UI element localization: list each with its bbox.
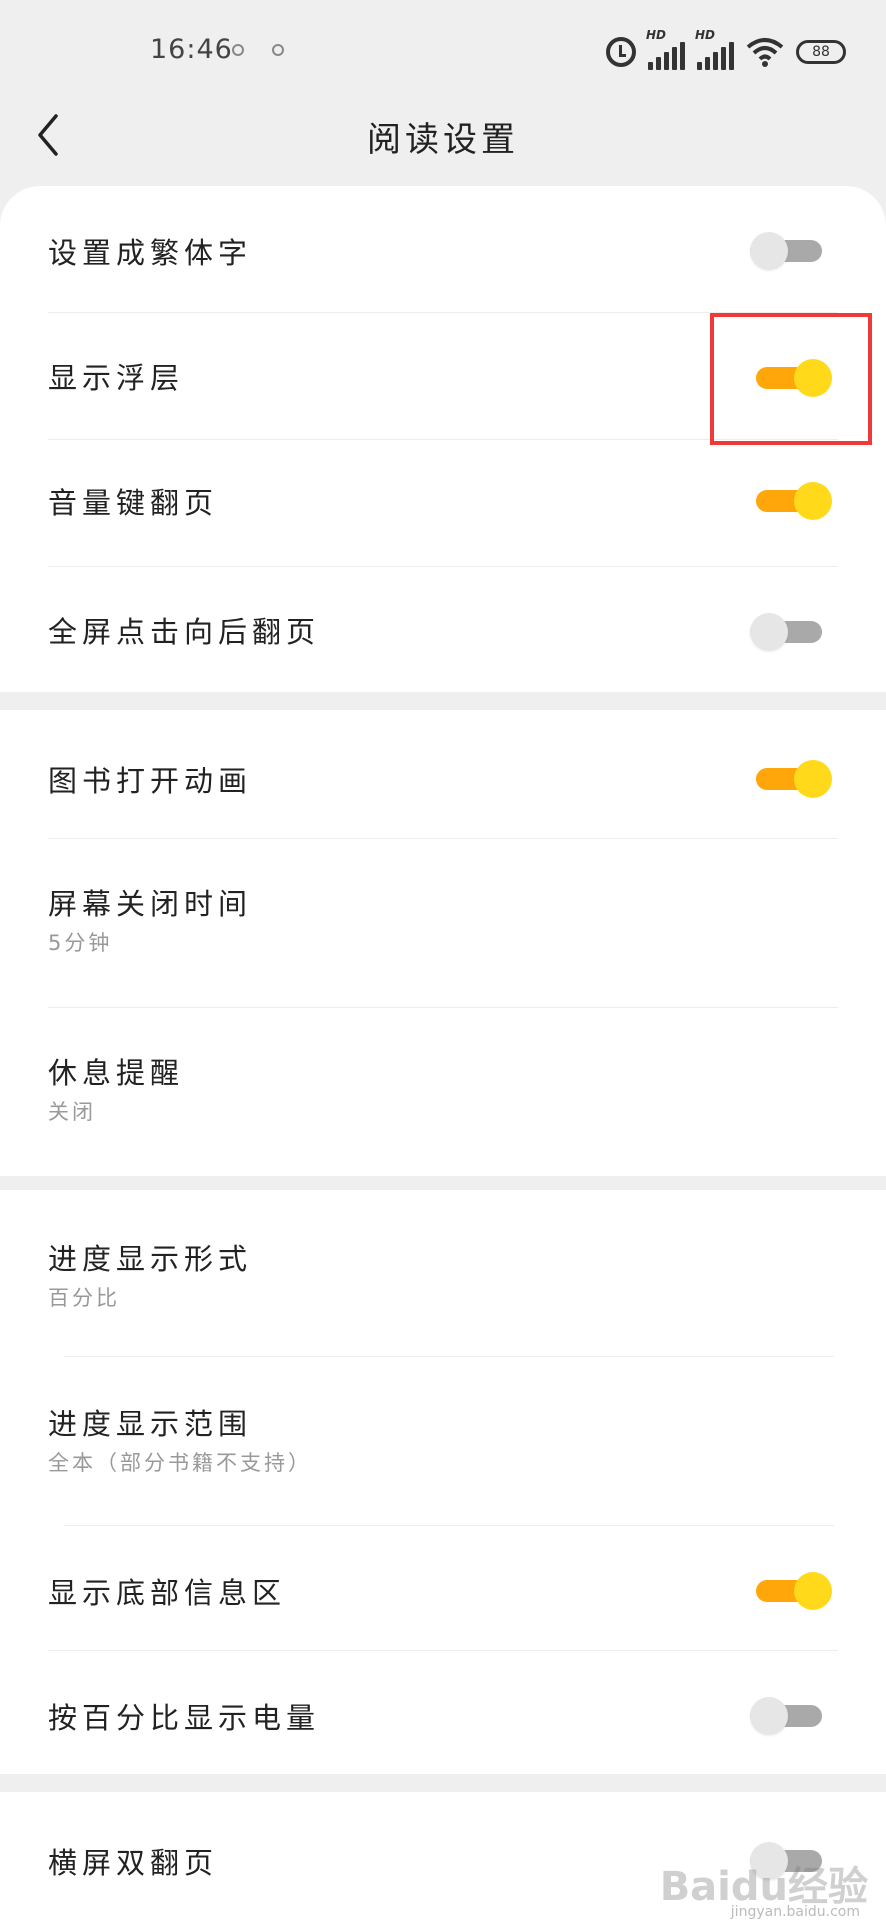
setting-row-screen-off-time[interactable]: 屏幕关闭时间 5分钟 [0,839,886,1007]
network-label: HD [646,28,667,42]
watermark-url: jingyan.baidu.com [730,1904,860,1920]
setting-value: 全本（部分书籍不支持） [48,1451,312,1475]
header: 阅读设置 [0,100,886,190]
setting-value: 百分比 [48,1286,120,1310]
toggle-switch-on[interactable] [756,756,834,800]
notification-icon [272,44,284,56]
setting-title: 显示底部信息区 [48,1576,287,1610]
wifi-icon [746,37,784,67]
setting-title: 横屏双翻页 [48,1846,219,1880]
toggle-switch-on[interactable] [756,478,834,522]
setting-title: 设置成繁体字 [48,236,253,270]
highlight-box [710,313,872,445]
setting-value: 关闭 [48,1100,96,1124]
signal-icon: HD [646,28,685,70]
status-bar: 16:46 HD HD 88 [0,0,886,100]
setting-title: 全屏点击向后翻页 [48,615,321,649]
status-icons: HD HD 88 [606,28,846,72]
settings-section-2: 图书打开动画 屏幕关闭时间 5分钟 休息提醒 关闭 [0,710,886,1176]
setting-row-fullscreen-tap[interactable]: 全屏点击向后翻页 [0,567,886,692]
network-label: HD [695,28,716,42]
setting-title: 进度显示形式 [48,1242,253,1276]
setting-title: 图书打开动画 [48,764,253,798]
page-title: 阅读设置 [367,120,519,160]
setting-row-book-open-animation[interactable]: 图书打开动画 [0,710,886,838]
settings-section-3: 进度显示形式 百分比 进度显示范围 全本（部分书籍不支持） 显示底部信息区 按百… [0,1190,886,1774]
setting-title: 屏幕关闭时间 [48,887,253,921]
setting-title: 显示浮层 [48,361,185,395]
signal-icon: HD [695,28,734,70]
setting-row-bottom-info[interactable]: 显示底部信息区 [0,1526,886,1650]
notification-icon [232,44,244,56]
status-time: 16:46 [150,34,233,65]
setting-title: 音量键翻页 [48,486,219,520]
setting-row-progress-range[interactable]: 进度显示范围 全本（部分书籍不支持） [0,1357,886,1525]
battery-icon: 88 [796,40,846,64]
setting-title: 按百分比显示电量 [48,1701,321,1735]
toggle-switch-off[interactable] [750,609,828,653]
toggle-switch-off[interactable] [750,1693,828,1737]
setting-value: 5分钟 [48,931,113,955]
alarm-icon [606,37,636,67]
toggle-switch-off[interactable] [750,228,828,272]
setting-row-traditional-chinese[interactable]: 设置成繁体字 [0,186,886,312]
setting-title: 休息提醒 [48,1056,185,1090]
setting-title: 进度显示范围 [48,1407,253,1441]
setting-row-progress-format[interactable]: 进度显示形式 百分比 [0,1190,886,1356]
setting-row-rest-reminder[interactable]: 休息提醒 关闭 [0,1008,886,1176]
setting-row-battery-percent[interactable]: 按百分比显示电量 [0,1651,886,1774]
setting-row-volume-key-page[interactable]: 音量键翻页 [0,440,886,566]
toggle-switch-on[interactable] [756,1568,834,1612]
